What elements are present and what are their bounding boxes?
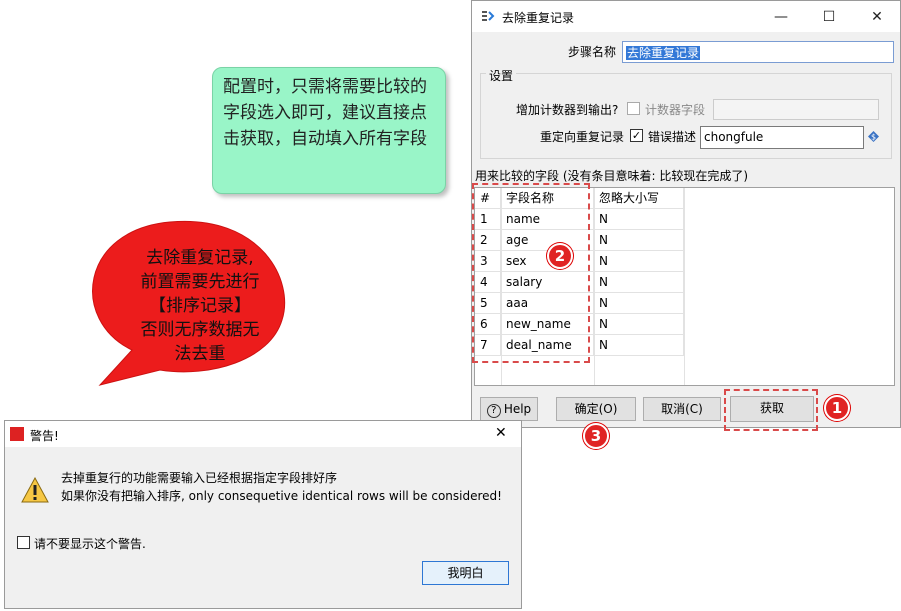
dialog-title: 去除重复记录 [502,11,575,25]
close-button[interactable]: ✕ [854,1,900,32]
add-counter-checkbox[interactable] [627,102,640,115]
dont-show-label: 请不要显示这个警告. [34,537,146,551]
step-name-label: 步骤名称 [568,45,617,59]
settings-group-title: 设置 [486,67,517,84]
minimize-button[interactable]: — [758,1,804,32]
add-counter-label: 增加计数器到输出? [516,103,619,117]
svg-text:$: $ [871,132,876,141]
step-name-input[interactable]: 去除重复记录 [622,41,894,63]
warning-message-line2: 如果你没有把输入排序, only consequetive identical … [61,489,502,503]
fields-highlight [472,183,590,363]
ignore-case-cell[interactable]: N [594,314,684,335]
maximize-button[interactable]: ☐ [806,1,852,32]
warning-title-bar: 警告! ✕ [5,421,521,447]
annotation-note: 配置时，只需将需要比较的字段选入即可，建议直接点击获取，自动填入所有字段 [212,67,446,194]
app-icon [10,427,24,441]
ignore-case-cell[interactable]: N [594,230,684,251]
redirect-duplicates-label: 重定向重复记录 [540,130,625,144]
warning-message-line1: 去掉重复行的功能需要输入已经根据指定字段排好序 [61,471,338,485]
title-bar: 去除重复记录 — ☐ ✕ [472,1,900,32]
cancel-button[interactable]: 取消(C) [643,397,721,421]
annotation-bubble-text: 去除重复记录, 前置需要先进行 【排序记录】 否则无序数据无 法去重 [140,248,260,364]
error-desc-label: 错误描述 [648,130,697,144]
dont-show-checkbox[interactable] [17,536,30,549]
step-badge-3: 3 [583,423,609,449]
step-badge-1: 1 [824,395,850,421]
acknowledge-button[interactable]: 我明白 [422,561,509,585]
variable-icon[interactable]: $ [868,131,879,142]
ok-button[interactable]: 确定(O) [556,397,636,421]
warning-icon [21,477,49,503]
ignore-case-cell[interactable]: N [594,209,684,230]
help-icon: ? [486,404,501,418]
ignore-case-cell[interactable]: N [594,335,684,356]
column-header-ignore-case[interactable]: 忽略大小写 [594,188,684,209]
ignore-case-cell[interactable]: N [594,251,684,272]
step-icon [482,11,495,21]
counter-field-input[interactable] [713,99,879,120]
fields-caption: 用来比较的字段 (没有条目意味着: 比较现在完成了) [475,169,749,183]
error-desc-input[interactable]: chongfule [700,126,864,149]
redirect-duplicates-checkbox[interactable]: ✓ [630,129,643,142]
warning-close-button[interactable]: ✕ [495,425,507,441]
warning-title: 警告! [30,429,59,443]
get-button-highlight [724,389,818,431]
step-badge-2: 2 [547,243,573,269]
help-button[interactable]: ? Help [480,397,538,421]
counter-field-label: 计数器字段 [645,103,706,117]
ignore-case-cell[interactable]: N [594,272,684,293]
ignore-case-cell[interactable]: N [594,293,684,314]
warning-dialog: 警告! ✕ 去掉重复行的功能需要输入已经根据指定字段排好序 如果你没有把输入排序… [4,420,522,609]
